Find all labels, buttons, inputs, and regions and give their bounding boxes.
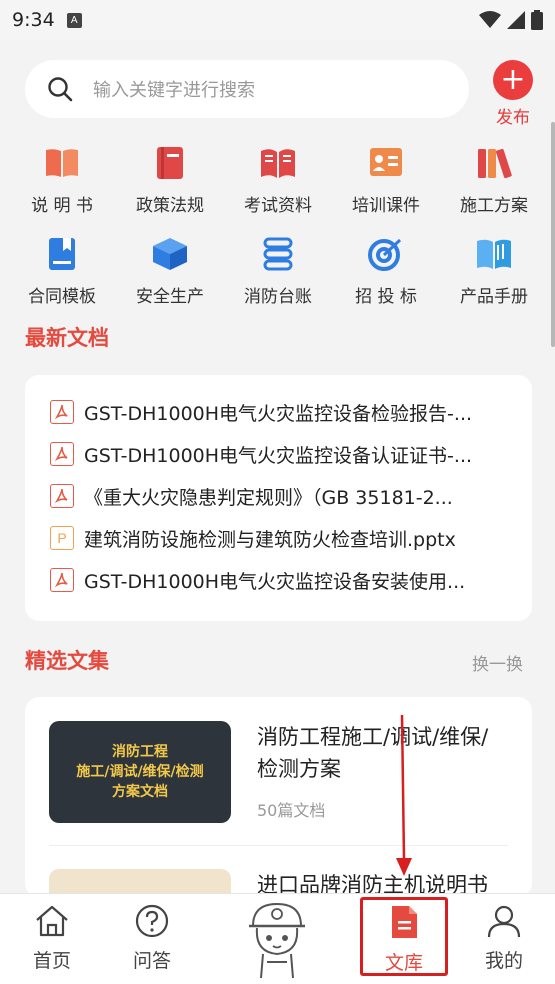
book-open-icon [44,145,80,181]
search-placeholder[interactable]: 输入关键字进行搜索 [93,76,255,102]
category-safety[interactable]: 安全生产 [116,236,224,307]
latest-docs-title: 最新文档 [25,326,109,350]
status-bar: 9:34 A [0,0,555,40]
book-icon [152,145,188,181]
category-construction[interactable]: 施工方案 [440,145,548,216]
stack-icon [260,236,296,272]
list-item[interactable]: 《重大火灾隐患判定规则》（GB 35181-2... [50,475,532,517]
category-product-manual[interactable]: 产品手册 [440,236,548,307]
category-manual[interactable]: 说 明 书 [8,145,116,216]
user-icon [487,905,521,938]
list-item[interactable]: GST-DH1000H电气火灾监控设备认证证书-... [50,433,532,475]
publish-label: 发布 [496,108,530,128]
wifi-icon [479,11,501,28]
battery-icon [531,10,543,30]
scrollbar-thumb[interactable] [551,122,555,347]
category-bidding[interactable]: 招 投 标 [332,236,440,307]
list-item[interactable]: GST-DH1000H电气火灾监控设备检验报告-... [50,391,532,433]
tab-mascot[interactable] [237,896,317,984]
tab-qa[interactable]: 问答 [112,904,192,973]
divider [49,845,508,846]
category-grid: 说 明 书 政策法规 考试资料 培训课件 施工方案 合同模板 安全生产 消防台账… [8,145,548,307]
target-icon [368,236,404,272]
plus-icon: + [493,60,533,100]
books-icon [476,145,512,181]
ppt-file-icon: P [50,526,74,550]
search-bar[interactable]: 输入关键字进行搜索 [25,60,469,118]
pdf-file-icon [50,484,74,508]
presentation-icon [368,145,404,181]
tab-home[interactable]: 首页 [12,904,92,973]
collection-title[interactable]: 消防工程施工/调试/维保/检测方案 [257,721,507,785]
manual-icon [476,236,512,272]
status-time: 9:34 [12,9,55,31]
mascot-icon [249,902,305,979]
annotation-highlight-box [360,897,448,976]
notification-icon: A [66,12,82,28]
featured-card: 消防工程 施工/调试/维保/检测 方案文档 消防工程施工/调试/维保/检测方案 … [25,697,532,897]
category-policy[interactable]: 政策法规 [116,145,224,216]
category-ledger[interactable]: 消防台账 [224,236,332,307]
question-icon [135,904,169,938]
bottom-tab-bar: 首页 问答 文库 我的 [0,893,555,984]
list-item[interactable]: P 建筑消防设施检测与建筑防火检查培训.pptx [50,517,532,559]
cube-icon [152,236,188,272]
category-training[interactable]: 培训课件 [332,145,440,216]
publish-button[interactable]: + 发布 [491,60,535,128]
collection-cover[interactable]: 消防工程 施工/调试/维保/检测 方案文档 [49,721,231,823]
home-icon [36,905,68,937]
category-contract[interactable]: 合同模板 [8,236,116,307]
tab-me[interactable]: 我的 [464,904,544,973]
pdf-file-icon [50,442,74,466]
latest-docs-card: GST-DH1000H电气火灾监控设备检验报告-... GST-DH1000H电… [25,375,532,621]
pdf-file-icon [50,400,74,424]
signal-icon [507,11,525,29]
search-icon [48,77,73,102]
refresh-link[interactable]: 换一换 [472,650,523,675]
category-exam[interactable]: 考试资料 [224,145,332,216]
featured-title: 精选文集 [25,649,109,673]
list-item[interactable]: GST-DH1000H电气火灾监控设备安装使用... [50,559,532,601]
pdf-file-icon [50,568,74,592]
open-book-icon [260,145,296,181]
bookmark-doc-icon [44,236,80,272]
collection-count: 50篇文档 [257,801,326,820]
